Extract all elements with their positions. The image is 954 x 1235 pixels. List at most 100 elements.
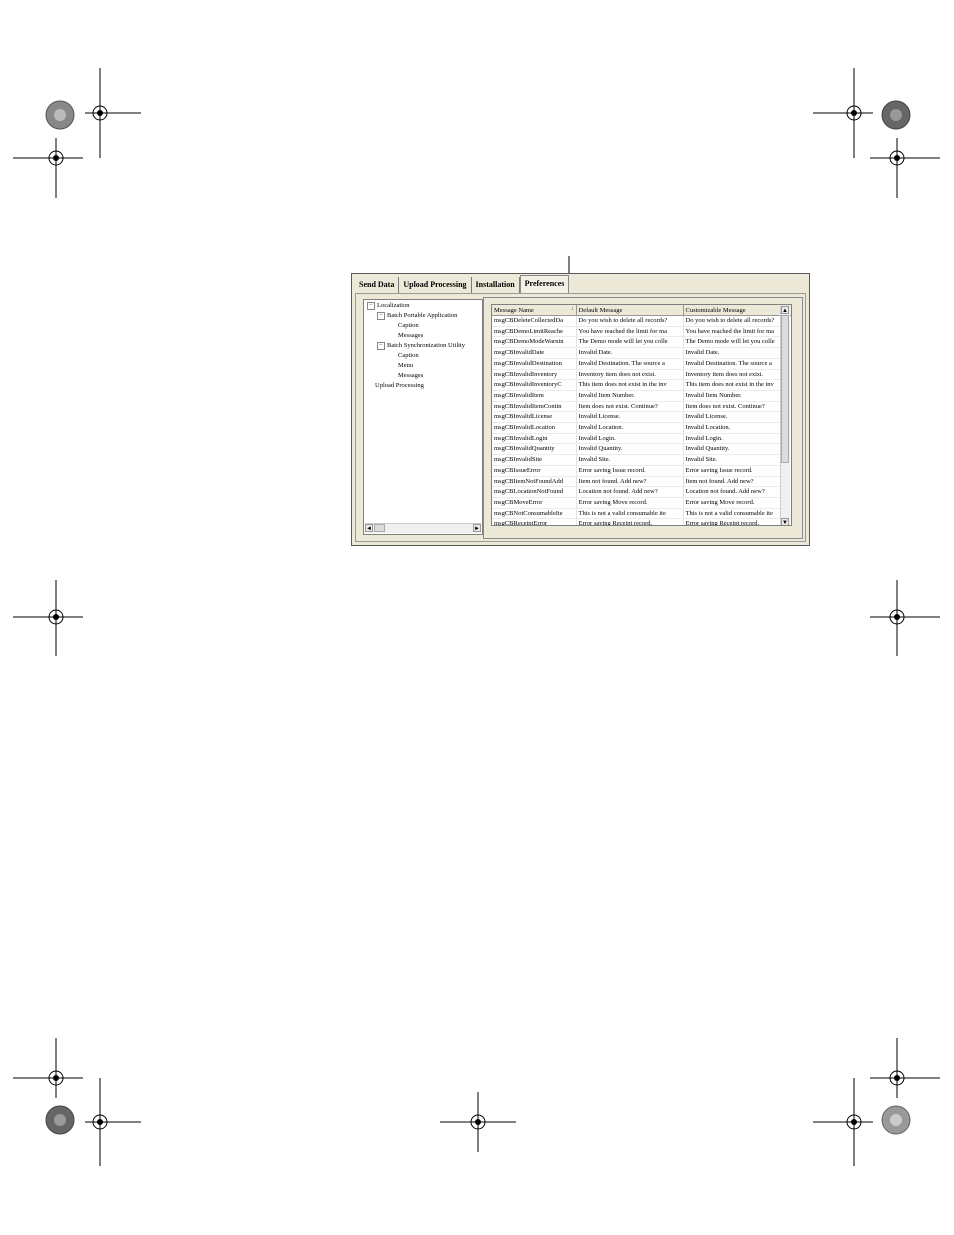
scroll-up-button[interactable]: ▲ (781, 306, 789, 314)
cell-default-message: Inventory item does not exist. (576, 369, 684, 381)
column-header-message-name[interactable]: Message Name ↓ (492, 305, 577, 316)
cell-message-name: msgCBInvalidLicense (492, 411, 577, 424)
cell-customizable-message[interactable]: Invalid Login. (683, 433, 791, 445)
cell-customizable-message[interactable]: Error saving Issue record. (683, 465, 791, 477)
cell-default-message: Invalid Date. (576, 347, 684, 359)
table-row[interactable]: msgCBInvalidInventoryC This item does not… (492, 379, 791, 391)
cell-customizable-message[interactable]: Invalid Site. (683, 454, 791, 466)
cell-message-name: msgCBInvalidSite (492, 454, 577, 466)
cell-customizable-message[interactable]: Invalid License. (683, 411, 791, 424)
cell-default-message: You have reached the limit for ma (576, 326, 684, 338)
cell-customizable-message[interactable]: Error saving Receipt record. (683, 518, 791, 525)
table-row[interactable]: msgCBDemoModeWarnin The Demo mode will le… (492, 336, 791, 349)
cell-default-message: Invalid Item Number. (576, 390, 684, 402)
cell-message-name: msgCBInvalidItem (492, 390, 577, 402)
tree-node-caption[interactable]: Caption (398, 351, 419, 361)
cell-customizable-message[interactable]: Invalid Destination. The source a (683, 358, 791, 370)
table-row[interactable]: msgCBNotConsumableIte This is not a valid… (492, 508, 791, 520)
scroll-down-button[interactable]: ▼ (781, 518, 789, 525)
tree-node-messages[interactable]: Messages (398, 331, 423, 341)
table-row[interactable]: msgCBInvalidLicense Invalid License. Inval… (492, 411, 791, 424)
column-header-customizable-message[interactable]: Customizable Message (683, 305, 791, 316)
scroll-right-button[interactable]: ► (473, 524, 481, 532)
tree-node-messages[interactable]: Messages (398, 371, 423, 381)
cell-customizable-message[interactable]: This is not a valid consumable ite (683, 508, 791, 520)
table-row[interactable]: msgCBInvalidLogin Invalid Login. Invalid L… (492, 433, 791, 445)
cell-customizable-message[interactable]: Invalid Location. (683, 422, 791, 434)
tab-upload-processing[interactable]: Upload Processing (399, 277, 472, 294)
collapse-icon[interactable]: − (377, 311, 385, 320)
tab-preferences[interactable]: Preferences (519, 275, 570, 294)
tree-horizontal-scrollbar[interactable]: ◄ ► (365, 523, 481, 533)
cell-default-message: Do you wish to delete all records? (576, 315, 684, 327)
cell-message-name: msgCBInvalidInventory (492, 369, 577, 381)
table-row[interactable]: msgCBInvalidDestination Invalid Destinati… (492, 358, 791, 370)
table-row[interactable]: msgCBDemoLimitReache You have reached the… (492, 326, 791, 338)
starburst-icon (881, 1105, 911, 1135)
table-row[interactable]: msgCBInvalidItemContin Item does not exis… (492, 401, 791, 413)
cell-message-name: msgCBInvalidItemContin (492, 401, 577, 413)
table-row[interactable]: msgCBInvalidInventory Inventory item does… (492, 369, 791, 381)
collapse-icon[interactable]: − (377, 341, 385, 350)
table-row[interactable]: msgCBLocationNotFound Location not found.… (492, 486, 791, 498)
cell-customizable-message[interactable]: Error saving Move record. (683, 497, 791, 509)
table-row[interactable]: msgCBIssueError Error saving Issue record… (492, 465, 791, 477)
table-row[interactable]: msgCBInvalidQuantity Invalid Quantity. Inv… (492, 443, 791, 456)
sort-arrow-icon: ↓ (571, 306, 574, 312)
crosshair-top-right-a (813, 68, 873, 158)
cell-message-name: msgCBDeleteCollectedDa (492, 315, 577, 327)
table-row[interactable]: msgCBInvalidLocation Invalid Location. Inv… (492, 422, 791, 434)
tree-node-batch-synchronization-utility[interactable]: − Batch Synchronization Utility (377, 341, 465, 351)
cell-customizable-message[interactable]: Location not found. Add new? (683, 486, 791, 498)
cell-customizable-message[interactable]: Invalid Quantity. (683, 443, 791, 456)
cell-customizable-message[interactable]: Item not found. Add new? (683, 476, 791, 488)
cell-default-message: Invalid Destination. The source a (576, 358, 684, 370)
table-row[interactable]: msgCBInvalidSite Invalid Site. Invalid Sit… (492, 454, 791, 466)
tree-node-caption[interactable]: Caption (398, 321, 419, 331)
tree-node-batch-portable-application[interactable]: − Batch Portable Application (377, 311, 457, 321)
tree-node-upload-processing[interactable]: Upload Processing (375, 381, 424, 391)
tab-installation[interactable]: Installation (471, 277, 520, 294)
tree-node-label: Batch Portable Application (387, 312, 458, 319)
tree-node-localization[interactable]: − Localization (367, 301, 409, 311)
crosshair-top-left-a (85, 68, 141, 158)
table-row[interactable]: msgCBInvalidItem Invalid Item Number. Inva… (492, 390, 791, 402)
cell-message-name: msgCBInvalidLocation (492, 422, 577, 434)
cell-message-name: msgCBInvalidDestination (492, 358, 577, 370)
table-row[interactable]: msgCBMoveError Error saving Move record. E… (492, 497, 791, 509)
crosshair-mid-left (13, 580, 83, 656)
table-row[interactable]: msgCBInvalidDate Invalid Date. Invalid Dat… (492, 347, 791, 359)
column-header-default-message[interactable]: Default Message (576, 305, 684, 316)
tree-node-label: Batch Synchronization Utility (387, 342, 465, 349)
cell-customizable-message[interactable]: This item does not exist in the inv (683, 379, 791, 391)
cell-message-name: msgCBDemoModeWarnin (492, 336, 577, 349)
cell-default-message: This is not a valid consumable ite (576, 508, 684, 520)
crosshair-bottom-center (440, 1092, 516, 1152)
cell-customizable-message[interactable]: Item does not exist. Continue? (683, 401, 791, 413)
cell-default-message: Invalid Location. (576, 422, 684, 434)
scroll-thumb[interactable] (374, 524, 385, 532)
cell-customizable-message[interactable]: You have reached the limit for ma (683, 326, 791, 338)
cell-customizable-message[interactable]: Invalid Date. (683, 347, 791, 359)
registration-mark-bottom-left (40, 1100, 80, 1140)
cell-customizable-message[interactable]: The Demo mode will let you colle (683, 336, 791, 349)
tree-node-menu[interactable]: Menu (398, 361, 413, 371)
grid-vertical-scrollbar[interactable]: ▲ ▼ (780, 306, 790, 525)
cell-default-message: Location not found. Add new? (576, 486, 684, 498)
cell-default-message: This item does not exist in the inv (576, 379, 684, 391)
cell-customizable-message[interactable]: Do you wish to delete all records? (683, 315, 791, 327)
scroll-thumb[interactable] (781, 315, 789, 463)
table-row[interactable]: msgCBDeleteCollectedDa Do you wish to del… (492, 315, 791, 327)
preferences-panel: − Localization − Batch Portable Applicatio… (355, 293, 806, 542)
cell-customizable-message[interactable]: Inventory item does not exist. (683, 369, 791, 381)
scroll-left-button[interactable]: ◄ (365, 524, 373, 532)
tab-send-data[interactable]: Send Data (355, 277, 400, 294)
collapse-icon[interactable]: − (367, 301, 375, 310)
cell-customizable-message[interactable]: Invalid Item Number. (683, 390, 791, 402)
table-row[interactable]: msgCBReceiptError Error saving Receipt re… (492, 518, 791, 525)
table-row[interactable]: msgCBItemNotFoundAdd Item not found. Add … (492, 476, 791, 488)
cell-default-message: Error saving Receipt record. (576, 518, 684, 525)
cell-default-message: Invalid Login. (576, 433, 684, 445)
cell-message-name: msgCBInvalidQuantity (492, 443, 577, 456)
cell-message-name: msgCBMoveError (492, 497, 577, 509)
